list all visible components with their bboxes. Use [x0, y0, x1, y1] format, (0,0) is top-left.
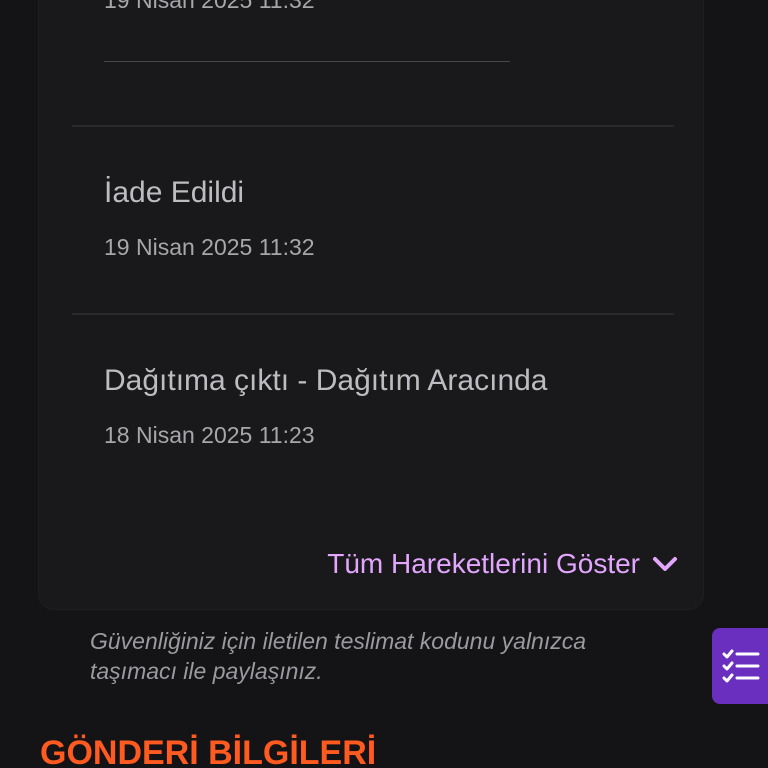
event-inner-divider — [104, 61, 510, 62]
checklist-icon — [722, 649, 760, 683]
event-title: Dağıtıma çıktı - Dağıtım Aracında — [104, 364, 548, 397]
show-all-label: Tüm Hareketlerini Göster — [327, 548, 640, 579]
event-title: İade Edildi — [104, 176, 245, 209]
timeline-event: Dağıtıma çıktı - Dağıtım Aracında 18 Nis… — [104, 363, 548, 449]
timeline-event: İade Edildi 19 Nisan 2025 11:32 — [104, 175, 315, 261]
event-date: 19 Nisan 2025 11:32 — [104, 234, 315, 260]
timeline-divider — [72, 313, 674, 315]
security-note: Güvenliğiniz için iletilen teslimat kodu… — [90, 628, 587, 684]
event-date-partial: 19 Nisan 2025 11:32 — [104, 0, 315, 13]
checklist-button[interactable] — [712, 628, 768, 704]
event-date: 18 Nisan 2025 11:23 — [104, 422, 315, 448]
show-all-movements-button[interactable]: Tüm Hareketlerini Göster — [327, 546, 678, 582]
timeline-divider — [72, 125, 674, 127]
tracking-timeline-card — [38, 0, 704, 610]
chevron-down-icon — [653, 557, 677, 571]
section-title: GÖNDERİ BİLGİLERİ — [40, 734, 377, 768]
shipment-tracking-page: 19 Nisan 2025 11:32 İade Edildi 19 Nisan… — [0, 0, 768, 768]
